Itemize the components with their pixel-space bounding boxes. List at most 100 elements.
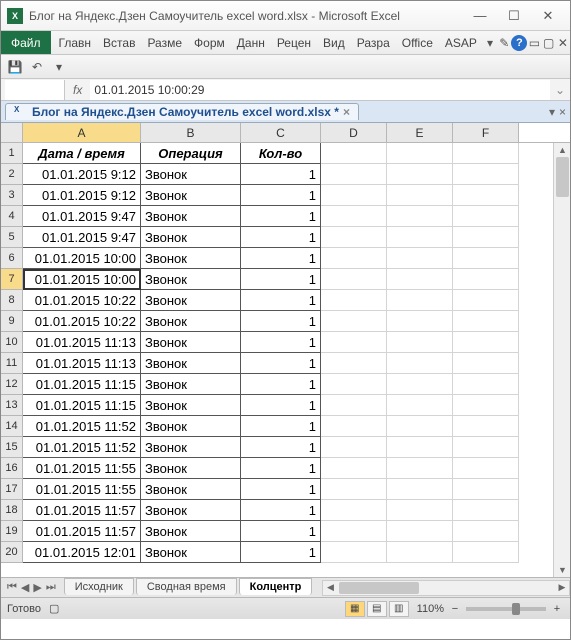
view-normal-button[interactable]: ▦ xyxy=(345,601,365,617)
cell[interactable] xyxy=(387,437,453,458)
column-header[interactable]: B xyxy=(141,123,241,142)
row-header[interactable]: 1 xyxy=(1,143,23,164)
zoom-slider[interactable] xyxy=(466,607,546,611)
cell-header[interactable]: Операция xyxy=(141,143,241,164)
cell[interactable] xyxy=(321,542,387,563)
scroll-left-icon[interactable]: ◀ xyxy=(323,582,337,593)
cell[interactable]: 1 xyxy=(241,290,321,311)
cell[interactable]: 01.01.2015 10:22 xyxy=(23,290,141,311)
cell[interactable] xyxy=(387,332,453,353)
row-header[interactable]: 19 xyxy=(1,521,23,542)
sheet-tab[interactable]: Сводная время xyxy=(136,578,237,595)
cell[interactable]: 01.01.2015 11:55 xyxy=(23,458,141,479)
cell[interactable]: 01.01.2015 11:52 xyxy=(23,437,141,458)
sheet-nav-next-icon[interactable]: ▶ xyxy=(31,581,43,594)
help-icon[interactable]: ? xyxy=(511,35,527,51)
row-header[interactable]: 2 xyxy=(1,164,23,185)
formula-expand-icon[interactable]: ⌄ xyxy=(550,83,570,97)
ribbon-tab[interactable]: ASAP xyxy=(439,31,483,54)
cell[interactable] xyxy=(453,164,519,185)
row-header[interactable]: 8 xyxy=(1,290,23,311)
row-header[interactable]: 14 xyxy=(1,416,23,437)
row-header[interactable]: 7 xyxy=(1,269,23,290)
row-header[interactable]: 13 xyxy=(1,395,23,416)
column-header[interactable]: A xyxy=(23,123,141,142)
cell[interactable] xyxy=(321,332,387,353)
cell[interactable] xyxy=(321,248,387,269)
cell[interactable] xyxy=(321,521,387,542)
cell[interactable]: 01.01.2015 11:13 xyxy=(23,332,141,353)
cell[interactable] xyxy=(387,479,453,500)
column-header[interactable]: E xyxy=(387,123,453,142)
row-header[interactable]: 4 xyxy=(1,206,23,227)
cell[interactable] xyxy=(453,143,519,164)
scroll-right-icon[interactable]: ▶ xyxy=(555,582,569,593)
cell[interactable] xyxy=(321,206,387,227)
cell[interactable]: 1 xyxy=(241,437,321,458)
cell[interactable]: Звонок xyxy=(141,542,241,563)
ribbon-close-icon[interactable]: ✕ xyxy=(556,31,570,54)
cell[interactable] xyxy=(387,542,453,563)
cell[interactable] xyxy=(321,395,387,416)
cell[interactable] xyxy=(387,143,453,164)
cell[interactable]: 01.01.2015 12:01 xyxy=(23,542,141,563)
row-header[interactable]: 6 xyxy=(1,248,23,269)
cell[interactable] xyxy=(453,353,519,374)
ribbon-tab[interactable]: Рецен xyxy=(271,31,317,54)
cell[interactable] xyxy=(387,353,453,374)
column-header[interactable]: F xyxy=(453,123,519,142)
scroll-thumb[interactable] xyxy=(339,582,419,594)
cell[interactable]: 1 xyxy=(241,542,321,563)
cell[interactable] xyxy=(387,458,453,479)
cell[interactable]: 1 xyxy=(241,395,321,416)
cell[interactable]: Звонок xyxy=(141,206,241,227)
zoom-in-button[interactable]: + xyxy=(550,603,564,615)
cell[interactable] xyxy=(453,437,519,458)
cell[interactable]: Звонок xyxy=(141,269,241,290)
cell[interactable] xyxy=(321,416,387,437)
cell[interactable] xyxy=(321,227,387,248)
ribbon-tab[interactable]: Форм xyxy=(188,31,231,54)
ribbon-tab[interactable]: Главн xyxy=(53,31,98,54)
style-icon[interactable]: ✎ xyxy=(497,31,511,54)
cell[interactable] xyxy=(387,311,453,332)
ribbon-minimize-icon[interactable]: ▭ xyxy=(527,31,541,54)
sheet-tab[interactable]: Колцентр xyxy=(239,578,313,595)
dropdown-icon[interactable]: ▾ xyxy=(483,31,497,54)
row-header[interactable]: 5 xyxy=(1,227,23,248)
horizontal-scrollbar[interactable]: ◀ ▶ xyxy=(322,580,570,596)
cell[interactable] xyxy=(453,521,519,542)
fx-label[interactable]: fx xyxy=(65,83,90,97)
cell[interactable] xyxy=(387,248,453,269)
cell[interactable]: 01.01.2015 10:00 xyxy=(23,269,141,290)
cell[interactable]: 1 xyxy=(241,332,321,353)
cell[interactable]: Звонок xyxy=(141,311,241,332)
cell[interactable] xyxy=(387,269,453,290)
cell[interactable] xyxy=(321,311,387,332)
cell[interactable] xyxy=(321,290,387,311)
cell-header[interactable]: Дата / время xyxy=(23,143,141,164)
macro-record-icon[interactable]: ▢ xyxy=(49,602,59,615)
zoom-out-button[interactable]: − xyxy=(448,603,462,615)
zoom-level[interactable]: 110% xyxy=(417,603,444,615)
row-header[interactable]: 9 xyxy=(1,311,23,332)
view-page-break-button[interactable]: ▥ xyxy=(389,601,409,617)
scroll-thumb[interactable] xyxy=(556,157,569,197)
cell[interactable] xyxy=(453,206,519,227)
select-all-corner[interactable] xyxy=(1,123,23,142)
cell[interactable]: 01.01.2015 9:12 xyxy=(23,185,141,206)
cell[interactable] xyxy=(387,416,453,437)
cell[interactable] xyxy=(387,206,453,227)
cell[interactable] xyxy=(453,416,519,437)
sheet-nav-prev-icon[interactable]: ◀ xyxy=(19,581,31,594)
cell[interactable]: 01.01.2015 10:00 xyxy=(23,248,141,269)
row-header[interactable]: 17 xyxy=(1,479,23,500)
cell[interactable]: Звонок xyxy=(141,353,241,374)
cell[interactable]: 01.01.2015 10:22 xyxy=(23,311,141,332)
cell[interactable]: 01.01.2015 11:52 xyxy=(23,416,141,437)
row-header[interactable]: 16 xyxy=(1,458,23,479)
cell[interactable] xyxy=(453,269,519,290)
ribbon-tab[interactable]: Данн xyxy=(231,31,271,54)
cell[interactable] xyxy=(321,374,387,395)
tabbar-close-icon[interactable]: × xyxy=(559,105,566,119)
